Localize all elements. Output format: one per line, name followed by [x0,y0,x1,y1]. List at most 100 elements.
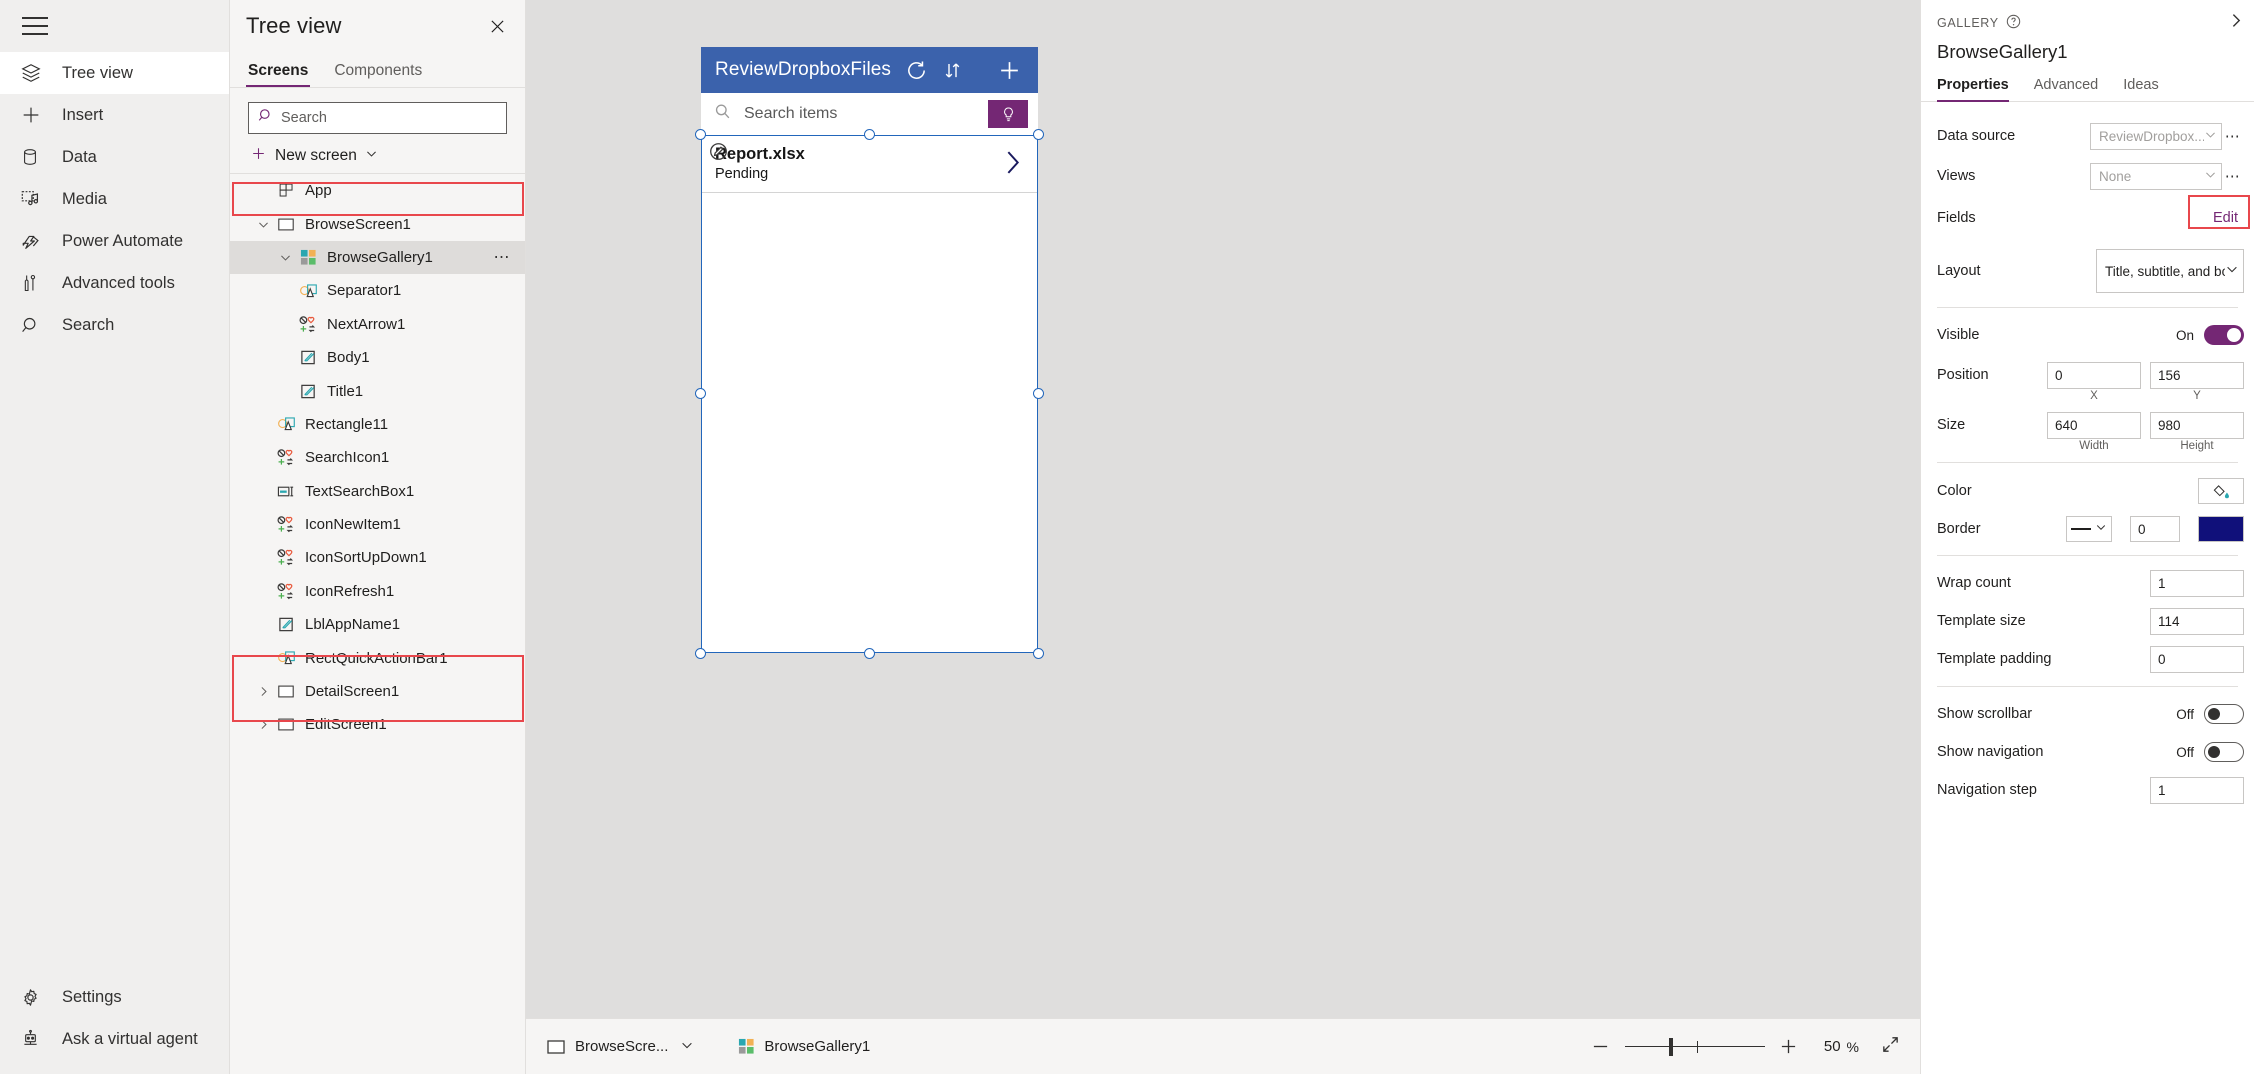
tab-screens[interactable]: Screens [246,62,310,87]
tree-node-title1[interactable]: Title1 [230,374,525,407]
position-x-caption: X [2047,390,2141,402]
tree-node-iconnewitem1[interactable]: IconNewItem1 [230,508,525,541]
tree-node-searchicon1[interactable]: SearchIcon1 [230,441,525,474]
chevron-down-icon[interactable] [252,218,274,231]
sidebar-item-tree-view[interactable]: Tree view [0,52,229,94]
tree-node-rectquickactionbar1[interactable]: RectQuickActionBar1 [230,641,525,674]
tree-node-nextarrow1[interactable]: NextArrow1 [230,308,525,341]
resize-handle-middle-left[interactable] [695,388,706,399]
sidebar-item-data[interactable]: Data [0,136,229,178]
position-y-input[interactable]: 156 [2150,362,2244,389]
tree-node-app[interactable]: App [230,174,525,207]
more-options-icon[interactable]: ⋯ [494,247,512,267]
tab-properties[interactable]: Properties [1937,77,2009,101]
template-padding-input[interactable]: 0 [2150,646,2244,673]
search-input[interactable] [281,110,498,126]
gallery-row[interactable]: Report.xlsx Pending [701,135,1038,193]
data-source-more-icon[interactable]: ⋯ [2222,127,2244,145]
help-icon[interactable] [2006,14,2021,32]
close-icon[interactable] [483,12,511,40]
visible-state-label: On [2176,328,2194,343]
idea-bulb-button[interactable] [988,100,1028,128]
views-select[interactable]: None [2090,163,2222,190]
powerapps-studio: Tree view Insert Data Media [0,0,2254,1074]
add-icon[interactable] [997,58,1022,83]
tree-node-textsearchbox1[interactable]: TextSearchBox1 [230,475,525,508]
zoom-out-button[interactable] [1587,1033,1615,1061]
search-box[interactable] [248,102,507,134]
wrap-count-input[interactable]: 1 [2150,570,2244,597]
sidebar-item-power-automate[interactable]: Power Automate [0,220,229,262]
resize-handle-bottom-center[interactable] [864,648,875,659]
position-x-input[interactable]: 0 [2047,362,2141,389]
zoom-in-button[interactable] [1775,1033,1803,1061]
new-screen-button[interactable]: New screen [230,138,525,174]
tree-node-iconsortupdown1[interactable]: IconSortUpDown1 [230,541,525,574]
chevron-right-icon[interactable] [252,685,274,698]
show-scrollbar-toggle[interactable] [2204,704,2244,724]
tree-view-tabs: Screens Components [230,52,525,88]
navigation-step-input[interactable]: 1 [2150,777,2244,804]
tree-node-browsescreen1[interactable]: BrowseScreen1 [230,207,525,240]
resize-handle-bottom-left[interactable] [695,648,706,659]
resize-handle-top-center[interactable] [864,129,875,140]
gear-icon [20,987,54,1008]
tree-node-label: App [305,182,332,199]
tree-node-rectangle11[interactable]: Rectangle11 [230,408,525,441]
chevron-down-icon[interactable] [274,251,296,264]
tree-node-label: IconSortUpDown1 [305,549,427,566]
next-arrow-icon[interactable] [1003,149,1022,181]
color-picker-button[interactable] [2198,478,2244,504]
data-source-select[interactable]: ReviewDropbox... [2090,123,2222,150]
property-label: Template size [1937,613,2150,629]
sidebar-item-media[interactable]: Media [0,178,229,220]
position-inputs: 0 156 [2047,362,2244,389]
resize-handle-top-left[interactable] [695,129,706,140]
control-selector[interactable]: BrowseGallery1 [738,1038,870,1055]
property-row-data-source: Data source ReviewDropbox... ⋯ [1921,119,2254,153]
tree-node-editscreen1[interactable]: EditScreen1 [230,708,525,741]
sidebar-item-advanced-tools[interactable]: Advanced tools [0,262,229,304]
fields-edit-button[interactable]: Edit [2207,208,2244,228]
refresh-icon[interactable] [905,59,928,82]
chevron-right-icon[interactable] [252,718,274,731]
resize-handle-top-right[interactable] [1033,129,1044,140]
template-size-input[interactable]: 114 [2150,608,2244,635]
resize-handle-middle-right[interactable] [1033,388,1044,399]
tree-node-browsegallery1[interactable]: BrowseGallery1 ⋯ [230,241,525,274]
sidebar-item-insert[interactable]: Insert [0,94,229,136]
screen-selector[interactable]: BrowseScre... [546,1038,694,1056]
hamburger-button[interactable] [0,0,229,52]
fit-to-screen-icon[interactable] [1881,1035,1900,1059]
chevron-down-icon[interactable] [680,1038,694,1056]
tab-ideas[interactable]: Ideas [2123,77,2158,101]
tree-node-separator1[interactable]: Separator1 [230,274,525,307]
layout-select[interactable]: Title, subtitle, and body [2096,249,2244,293]
border-color-swatch[interactable] [2198,516,2244,542]
tree-node-detailscreen1[interactable]: DetailScreen1 [230,675,525,708]
size-height-input[interactable]: 980 [2150,412,2244,439]
tree-node-iconrefresh1[interactable]: IconRefresh1 [230,575,525,608]
tab-advanced[interactable]: Advanced [2034,77,2099,101]
size-width-input[interactable]: 640 [2047,412,2141,439]
sort-updown-icon[interactable] [942,59,963,82]
property-row-layout: Layout Title, subtitle, and body [1921,249,2254,293]
zoom-slider[interactable] [1625,1033,1765,1061]
resize-handle-bottom-right[interactable] [1033,648,1044,659]
views-more-icon[interactable]: ⋯ [2222,167,2244,185]
sidebar-item-settings[interactable]: Settings [0,976,229,1018]
chevron-down-icon [2204,128,2217,144]
tab-components[interactable]: Components [332,62,424,87]
icons-icon [274,449,298,466]
sidebar-item-search[interactable]: Search [0,304,229,346]
zoom-slider-thumb[interactable] [1669,1038,1673,1056]
show-navigation-toggle[interactable] [2204,742,2244,762]
sidebar-item-ask-virtual-agent[interactable]: Ask a virtual agent [0,1018,229,1060]
visible-toggle[interactable] [2204,325,2244,345]
border-width-input[interactable]: 0 [2130,516,2180,542]
gallery-icon [738,1038,755,1055]
border-style-select[interactable] [2066,516,2112,542]
collapse-panel-icon[interactable] [2227,12,2244,34]
tree-node-body1[interactable]: Body1 [230,341,525,374]
tree-node-lblappname1[interactable]: LblAppName1 [230,608,525,641]
